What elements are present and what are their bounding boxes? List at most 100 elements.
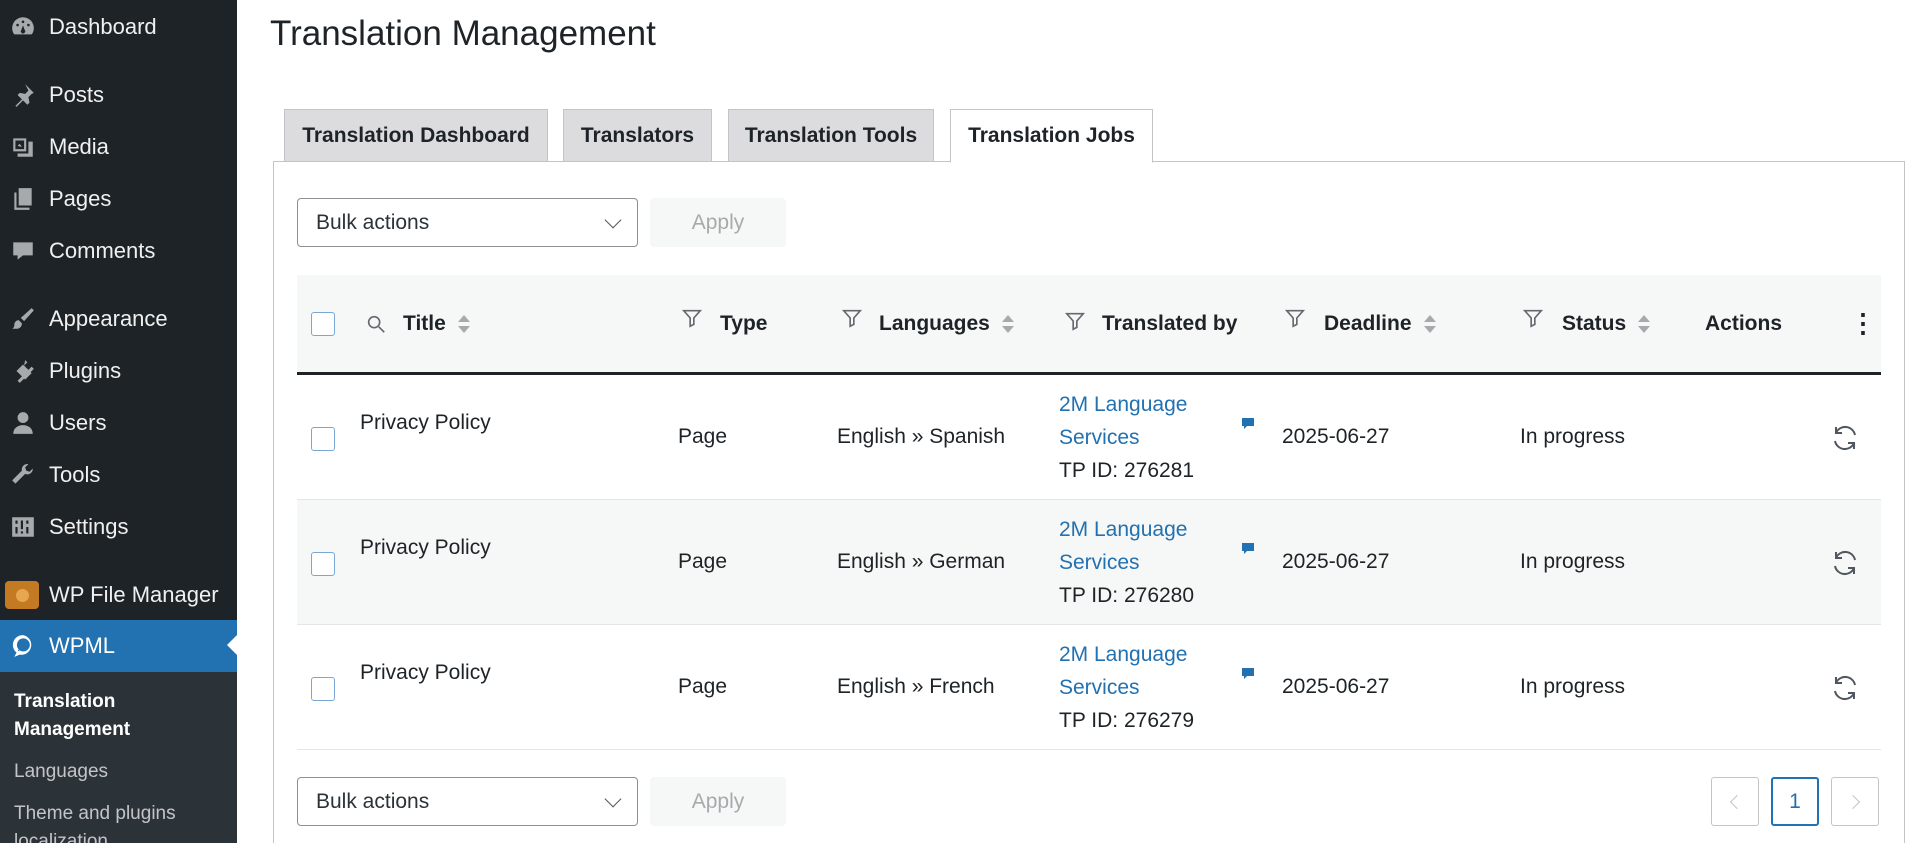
translator-link-line1[interactable]: 2M Language [1059,513,1199,546]
column-status-label: Status [1562,311,1627,335]
search-icon[interactable] [365,313,387,335]
pin-icon [9,81,37,109]
row-checkbox[interactable] [311,552,335,576]
filter-icon[interactable] [681,307,703,329]
note-icon[interactable] [1241,538,1255,554]
row-status: In progress [1520,425,1626,448]
file-manager-icon [5,581,39,609]
menu-posts[interactable]: Posts [0,70,237,120]
column-title[interactable]: Title [403,275,470,372]
note-icon[interactable] [1241,663,1255,679]
translator-link-line2[interactable]: Services [1059,421,1199,454]
row-translator: 2M Language Services TP ID: 276280 [1059,513,1199,612]
table-row: Privacy Policy Page English » German 2M … [297,500,1881,625]
menu-media[interactable]: Media [0,122,237,172]
media-icon [9,133,37,161]
apply-button-top[interactable]: Apply [650,198,786,247]
submenu-translation-management[interactable]: Translation Management [14,688,229,744]
pagination-current-page[interactable]: 1 [1771,777,1819,826]
dashboard-icon [9,13,37,41]
translator-link-line1[interactable]: 2M Language [1059,638,1199,671]
pagination-next-button[interactable] [1831,777,1879,826]
tab-translation-jobs[interactable]: Translation Jobs [950,109,1153,163]
menu-plugins-label: Plugins [49,358,122,383]
menu-plugins[interactable]: Plugins [0,346,237,396]
tab-translation-tools[interactable]: Translation Tools [728,109,934,162]
pagination-prev-button[interactable] [1711,777,1759,826]
note-icon[interactable] [1241,413,1255,429]
menu-tools[interactable]: Tools [0,450,237,500]
filter-icon[interactable] [1064,310,1086,332]
refresh-icon[interactable] [1830,423,1860,453]
select-all-checkbox[interactable] [311,312,335,336]
refresh-icon[interactable] [1830,548,1860,578]
filter-icon[interactable] [1284,307,1306,329]
menu-dashboard[interactable]: Dashboard [0,2,237,52]
translator-link-line2[interactable]: Services [1059,671,1199,704]
bulk-actions-label: Bulk actions [316,789,430,813]
tp-id: TP ID: 276281 [1059,459,1195,482]
menu-dashboard-label: Dashboard [49,14,157,39]
menu-media-label: Media [49,134,109,159]
row-translator: 2M Language Services TP ID: 276279 [1059,638,1199,737]
page-title: Translation Management [270,14,656,53]
bulk-actions-select-bottom[interactable]: Bulk actions [297,777,638,826]
plugin-icon [9,357,37,385]
row-deadline: 2025-06-27 [1282,425,1390,448]
column-translated-by[interactable]: Translated by [1102,275,1242,372]
submenu-languages[interactable]: Languages [14,758,229,786]
menu-wpml-label: WPML [49,633,115,658]
menu-users[interactable]: Users [0,398,237,448]
tab-translators[interactable]: Translators [563,109,712,162]
sort-icon [1423,314,1436,334]
column-title-label: Title [403,311,446,335]
tp-id: TP ID: 276279 [1059,709,1195,732]
brush-icon [9,305,37,333]
sort-icon [1001,314,1014,334]
tp-id: TP ID: 276280 [1059,584,1195,607]
menu-pages[interactable]: Pages [0,174,237,224]
translator-link-line1[interactable]: 2M Language [1059,388,1199,421]
menu-tools-label: Tools [49,462,101,487]
user-icon [9,409,37,437]
menu-wpml[interactable]: WPML [0,620,237,672]
row-type: Page [678,550,728,573]
menu-wp-file-manager-label: WP File Manager [49,582,219,607]
menu-comments[interactable]: Comments [0,226,237,276]
tab-translation-dashboard[interactable]: Translation Dashboard [284,109,548,162]
translator-link-line2[interactable]: Services [1059,546,1199,579]
row-title: Privacy Policy [360,411,491,434]
apply-button-bottom[interactable]: Apply [650,777,786,826]
menu-settings[interactable]: Settings [0,502,237,552]
menu-pages-label: Pages [49,186,112,211]
column-status[interactable]: Status [1562,275,1651,372]
refresh-icon[interactable] [1830,673,1860,703]
column-type[interactable]: Type [720,275,767,372]
column-options-kebab-icon[interactable]: ⋮ [1850,275,1876,372]
column-actions: Actions [1705,311,1783,335]
row-languages: English » Spanish [837,425,1006,448]
pages-icon [9,185,37,213]
bulk-actions-select-top[interactable]: Bulk actions [297,198,638,247]
chevron-right-icon [1845,794,1861,809]
row-checkbox[interactable] [311,677,335,701]
chevron-left-icon [1729,794,1745,809]
row-status: In progress [1520,550,1626,573]
row-deadline: 2025-06-27 [1282,675,1390,698]
sort-icon [457,314,470,334]
submenu-theme-plugins-localization[interactable]: Theme and plugins localization [14,800,229,843]
wpml-icon [9,632,37,660]
row-translator: 2M Language Services TP ID: 276281 [1059,388,1199,487]
column-languages[interactable]: Languages [879,275,1014,372]
column-deadline[interactable]: Deadline [1324,275,1436,372]
menu-wp-file-manager[interactable]: WP File Manager [0,570,237,620]
filter-icon[interactable] [841,307,863,329]
menu-appearance[interactable]: Appearance [0,294,237,344]
row-checkbox[interactable] [311,427,335,451]
filter-icon[interactable] [1522,307,1544,329]
menu-settings-label: Settings [49,514,129,539]
menu-posts-label: Posts [49,82,105,107]
jobs-table-header: Title Type Languages Translated by Deadl… [297,275,1881,375]
wrench-icon [9,461,37,489]
row-status: In progress [1520,675,1626,698]
